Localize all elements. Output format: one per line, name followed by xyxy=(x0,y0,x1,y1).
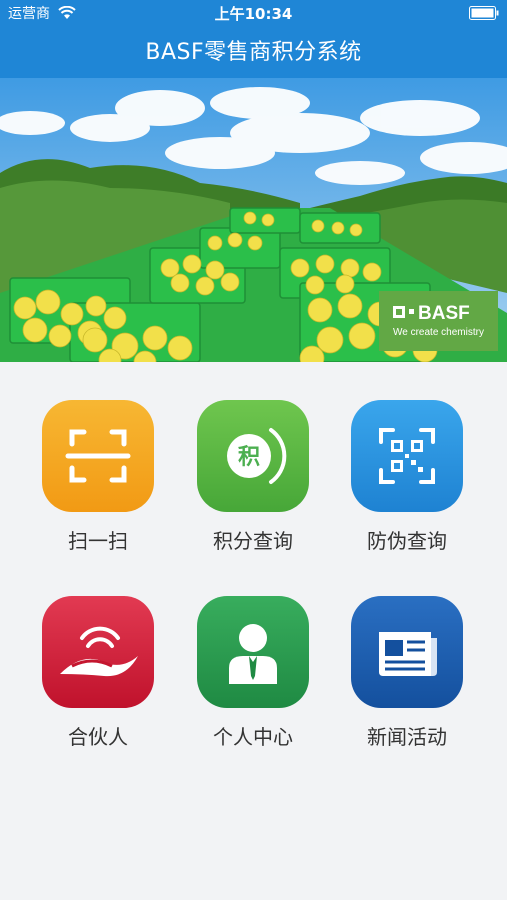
menu-label: 积分查询 xyxy=(213,529,293,553)
status-time: 上午10:34 xyxy=(214,5,293,23)
banner-image: BASF We create chemistry xyxy=(0,78,507,362)
basf-square-icon xyxy=(393,305,405,318)
basf-logo: BASF We create chemistry xyxy=(379,291,498,351)
user-icon[interactable] xyxy=(197,596,309,708)
svg-text:积: 积 xyxy=(238,445,260,470)
news-icon[interactable] xyxy=(351,596,463,708)
page-title: BASF零售商积分系统 xyxy=(145,40,362,65)
qr-code-icon[interactable] xyxy=(351,400,463,512)
title-bar: BASF零售商积分系统 xyxy=(0,28,507,78)
battery-icon xyxy=(469,6,499,20)
menu-grid: 扫一扫 积 积分查询 防伪查询 合伙人 个人中心 新闻活动 xyxy=(0,362,507,900)
menu-label: 扫一扫 xyxy=(68,529,128,553)
menu-anti-counterfeit[interactable]: 防伪查询 xyxy=(332,362,482,553)
menu-personal-center[interactable]: 个人中心 xyxy=(178,558,328,749)
menu-label: 合伙人 xyxy=(68,725,128,749)
menu-news-events[interactable]: 新闻活动 xyxy=(332,558,482,749)
scan-icon[interactable] xyxy=(42,400,154,512)
menu-scan[interactable]: 扫一扫 xyxy=(23,362,173,553)
brand-name: BASF xyxy=(418,303,470,324)
menu-partner[interactable]: 合伙人 xyxy=(23,558,173,749)
menu-label: 新闻活动 xyxy=(367,725,447,749)
menu-points-query[interactable]: 积 积分查询 xyxy=(178,362,328,553)
partner-icon[interactable] xyxy=(42,596,154,708)
points-icon[interactable]: 积 xyxy=(197,400,309,512)
brand-tagline: We create chemistry xyxy=(393,327,484,338)
status-bar: 运营商 上午10:34 xyxy=(0,0,507,28)
menu-label: 个人中心 xyxy=(213,725,293,749)
menu-label: 防伪查询 xyxy=(367,529,447,553)
